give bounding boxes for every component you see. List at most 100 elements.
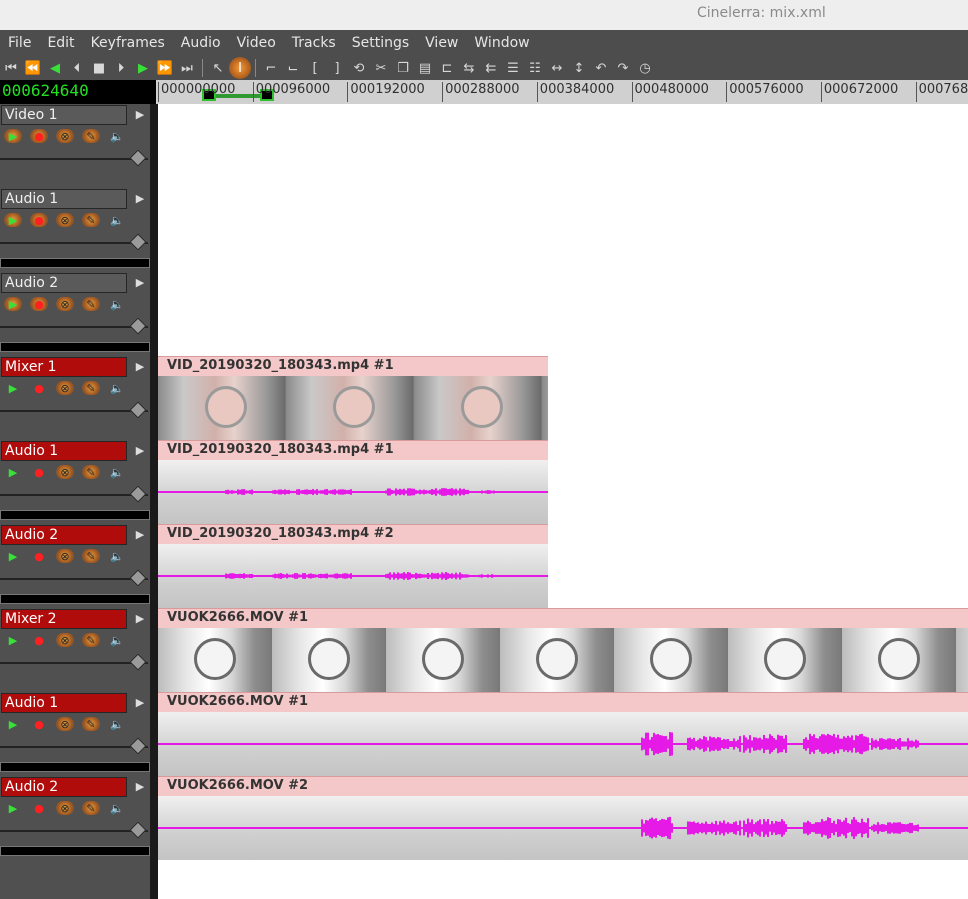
track-name-field[interactable]: Audio 2 [1,525,127,545]
draw-toggle-icon[interactable]: ✎ [82,129,100,143]
frame-back-button[interactable]: ⏴ [66,57,88,79]
expand-track-button[interactable]: ▶ [133,696,147,710]
play-toggle-icon[interactable]: ▶ [4,633,22,647]
menu-file[interactable]: File [0,30,39,56]
out-point-icon[interactable]: ] [326,57,348,79]
draw-toggle-icon[interactable]: ✎ [82,297,100,311]
draw-toggle-icon[interactable]: ✎ [82,213,100,227]
menu-edit[interactable]: Edit [39,30,82,56]
extract-icon[interactable]: ☷ [524,57,546,79]
menu-tracks[interactable]: Tracks [284,30,344,56]
undo-icon[interactable]: ↶ [590,57,612,79]
fader-track[interactable] [0,830,148,832]
fader-knob[interactable] [129,317,147,335]
fader-track[interactable] [0,494,148,496]
redo-icon[interactable]: ↷ [612,57,634,79]
fader-track[interactable] [0,746,148,748]
menu-audio[interactable]: Audio [173,30,229,56]
vertical-fit-icon[interactable]: ↕ [568,57,590,79]
in-point-icon[interactable]: [ [304,57,326,79]
fader-track[interactable] [0,578,148,580]
mute-toggle-icon[interactable]: 🔈 [108,549,126,563]
track-name-field[interactable]: Audio 1 [1,441,127,461]
fader-knob[interactable] [129,569,147,587]
copy-icon[interactable]: ❐ [392,57,414,79]
prev-transition-icon[interactable]: ⇇ [480,57,502,79]
play-toggle-icon[interactable]: ▶ [4,549,22,563]
gang-toggle-icon[interactable]: ⊗ [56,213,74,227]
track-name-field[interactable]: Mixer 2 [1,609,127,629]
gang-toggle-icon[interactable]: ⊗ [56,633,74,647]
fader-knob[interactable] [129,401,147,419]
mute-toggle-icon[interactable]: 🔈 [108,633,126,647]
play-toggle-icon[interactable]: ▶ [4,465,22,479]
cut-icon[interactable]: ✂ [370,57,392,79]
record-toggle-icon[interactable]: ● [30,633,48,647]
track-name-field[interactable]: Mixer 1 [1,357,127,377]
expand-track-button[interactable]: ▶ [133,276,147,290]
record-toggle-icon[interactable]: ● [30,213,48,227]
jump-to-end-button[interactable]: ⏭ [176,57,198,79]
fader-knob[interactable] [129,149,147,167]
track-name-field[interactable]: Audio 1 [1,693,127,713]
gang-toggle-icon[interactable]: ⊗ [56,549,74,563]
draw-toggle-icon[interactable]: ✎ [82,381,100,395]
record-toggle-icon[interactable]: ● [30,549,48,563]
video-edit[interactable]: VUOK2666.MOV #1 [158,608,968,692]
mute-toggle-icon[interactable]: 🔈 [108,717,126,731]
gang-toggle-icon[interactable]: ⊗ [56,801,74,815]
frame-forward-button[interactable]: ⏵ [110,57,132,79]
fader-track[interactable] [0,158,148,160]
video-edit[interactable]: VID_20190320_180343.mp4 #1 [158,356,548,440]
expand-track-button[interactable]: ▶ [133,780,147,794]
audio-edit[interactable]: VUOK2666.MOV #2 [158,776,968,860]
clock-icon[interactable]: ◷ [634,57,656,79]
splice-icon[interactable]: ⟲ [348,57,370,79]
menu-view[interactable]: View [417,30,466,56]
fader-track[interactable] [0,326,148,328]
draw-toggle-icon[interactable]: ✎ [82,465,100,479]
timeline-ruler[interactable]: 000000000 000096000 000192000 000288000 0003… [156,80,968,105]
fast-reverse-button[interactable]: ⏪ [22,57,44,79]
label-icon[interactable]: ⌐ [260,57,282,79]
mute-toggle-icon[interactable]: 🔈 [108,297,126,311]
mute-toggle-icon[interactable]: 🔈 [108,465,126,479]
draw-toggle-icon[interactable]: ✎ [82,801,100,815]
record-toggle-icon[interactable]: ● [30,465,48,479]
reverse-play-button[interactable]: ◀ [44,57,66,79]
record-toggle-icon[interactable]: ● [30,801,48,815]
play-toggle-icon[interactable]: ▶ [4,717,22,731]
rewind-to-start-button[interactable]: ⏮ [0,57,22,79]
patchbay-divider[interactable] [150,104,158,899]
menu-keyframes[interactable]: Keyframes [83,30,173,56]
play-button[interactable]: ▶ [132,57,154,79]
draw-toggle-icon[interactable]: ✎ [82,717,100,731]
menu-settings[interactable]: Settings [344,30,417,56]
fader-track[interactable] [0,410,148,412]
overwrite-icon[interactable]: ⊏ [436,57,458,79]
track-name-field[interactable]: Audio 2 [1,273,127,293]
record-toggle-icon[interactable]: ● [30,717,48,731]
expand-track-button[interactable]: ▶ [133,612,147,626]
next-label-icon[interactable]: ⌙ [282,57,304,79]
track-name-field[interactable]: Video 1 [1,105,127,125]
play-toggle-icon[interactable]: ▶ [4,297,22,311]
timeline-canvas[interactable]: VID_20190320_180343.mp4 #1 VID_20190320_1… [158,104,968,899]
fast-forward-button[interactable]: ⏩ [154,57,176,79]
fader-track[interactable] [0,662,148,664]
gang-toggle-icon[interactable]: ⊗ [56,465,74,479]
record-toggle-icon[interactable]: ● [30,297,48,311]
fader-knob[interactable] [129,821,147,839]
transition-icon[interactable]: ⇆ [458,57,480,79]
ibeam-mode-button[interactable]: I [229,57,251,79]
draw-toggle-icon[interactable]: ✎ [82,549,100,563]
record-toggle-icon[interactable]: ● [30,381,48,395]
audio-edit[interactable]: VID_20190320_180343.mp4 #2 [158,524,548,608]
mute-toggle-icon[interactable]: 🔈 [108,801,126,815]
expand-track-button[interactable]: ▶ [133,444,147,458]
gang-toggle-icon[interactable]: ⊗ [56,717,74,731]
paste-icon[interactable]: ▤ [414,57,436,79]
expand-track-button[interactable]: ▶ [133,192,147,206]
track-name-field[interactable]: Audio 2 [1,777,127,797]
fader-knob[interactable] [129,737,147,755]
